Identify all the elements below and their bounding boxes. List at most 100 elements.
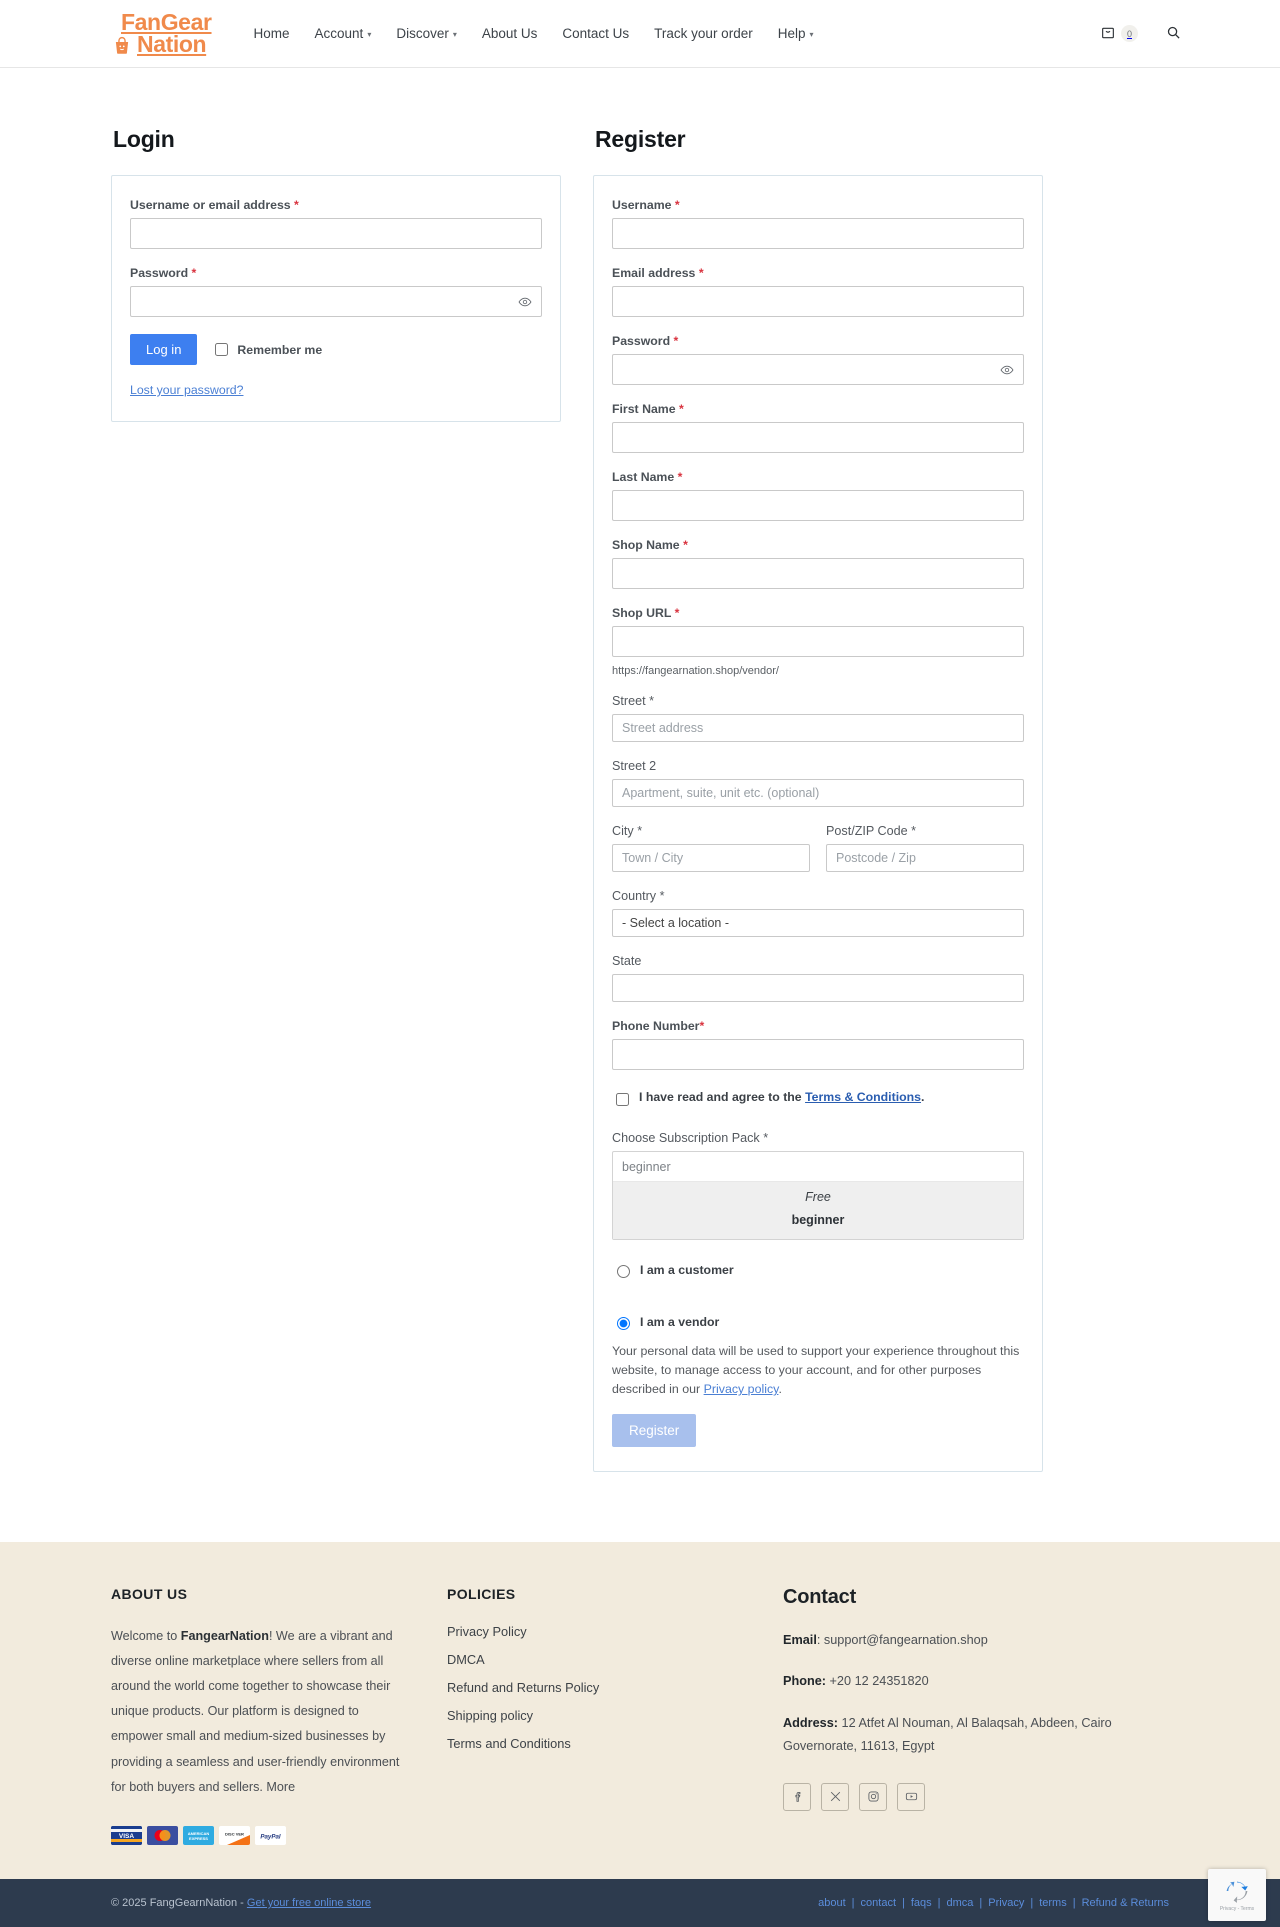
register-column: Register Username * Email address * Pass… xyxy=(593,126,1043,1472)
bottom-link-refund-and-returns[interactable]: Refund & Returns xyxy=(1082,1897,1169,1909)
login-username-input[interactable] xyxy=(130,218,542,249)
facebook-icon[interactable] xyxy=(783,1782,811,1811)
bottom-nav-links: about | contact | faqs | dmca | Privacy … xyxy=(818,1897,1169,1909)
footer-link-shipping-policy[interactable]: Shipping policy xyxy=(447,1708,747,1723)
register-email-input[interactable] xyxy=(612,286,1024,317)
lost-password-link[interactable]: Lost your password? xyxy=(130,383,243,397)
nav-item-discover[interactable]: Discover ▾ xyxy=(396,26,457,41)
bottom-link-contact[interactable]: contact xyxy=(861,1897,896,1909)
bottom-link-dmca[interactable]: dmca xyxy=(947,1897,974,1909)
x-twitter-icon[interactable] xyxy=(821,1782,849,1811)
required-mark: * xyxy=(699,1019,705,1033)
american-express-icon: AMERICAN EXPRESS xyxy=(183,1825,214,1845)
site-logo[interactable]: FanGear Nation xyxy=(111,11,212,57)
footer-link-terms-and-conditions[interactable]: Terms and Conditions xyxy=(447,1736,747,1751)
main-navigation: Home Account ▾ Discover ▾ About Us Contact… xyxy=(254,26,1100,41)
subscription-pack-box: beginner Free beginner xyxy=(612,1151,1024,1240)
footer-contact-heading: Contact xyxy=(783,1585,857,1608)
required-mark: * xyxy=(677,470,683,484)
register-submit-button[interactable]: Register xyxy=(612,1413,697,1447)
role-customer-radio[interactable] xyxy=(617,1265,630,1278)
register-country-select[interactable] xyxy=(612,909,1024,937)
register-email-field: Email address * xyxy=(612,266,1024,317)
register-shop-name-input[interactable] xyxy=(612,558,1024,589)
phone-label: Phone: xyxy=(783,1674,826,1689)
register-email-label: Email address * xyxy=(612,266,1024,280)
chevron-down-icon: ▾ xyxy=(367,30,372,39)
login-submit-button[interactable]: Log in xyxy=(130,334,198,365)
register-shop-url-input[interactable] xyxy=(612,626,1024,657)
login-username-field: Username or email address * xyxy=(130,198,542,249)
register-country-label: Country * xyxy=(612,889,665,903)
terms-agreement-row[interactable]: I have read and agree to the Terms & Con… xyxy=(612,1090,1024,1109)
required-mark: * xyxy=(698,266,704,280)
register-last-name-label: Last Name * xyxy=(612,470,1024,484)
privacy-note-period: . xyxy=(778,1382,782,1397)
register-username-label: Username * xyxy=(612,198,1024,212)
privacy-note-text: Your personal data will be used to suppo… xyxy=(612,1344,1020,1397)
subscription-pack-select[interactable]: beginner xyxy=(613,1152,1023,1182)
separator: | xyxy=(937,1896,941,1909)
register-state-input[interactable] xyxy=(612,974,1024,1002)
about-text-part2: ! We are a vibrant and diverse online ma… xyxy=(111,1628,400,1794)
register-country-field: Country * xyxy=(612,889,1024,937)
register-phone-input[interactable] xyxy=(612,1039,1024,1070)
register-phone-field: Phone Number* xyxy=(612,1019,1024,1070)
nav-item-track-your-order[interactable]: Track your order xyxy=(654,26,753,41)
login-password-input[interactable] xyxy=(130,286,542,317)
bottom-link-terms[interactable]: terms xyxy=(1039,1897,1067,1909)
eye-icon[interactable] xyxy=(518,295,532,309)
footer-about-heading: ABOUT US xyxy=(111,1585,188,1602)
nav-label: Contact Us xyxy=(562,26,630,41)
remember-me-row[interactable]: Remember me xyxy=(211,340,322,359)
bottom-link-about[interactable]: about xyxy=(818,1897,846,1909)
bottom-link-privacy[interactable]: Privacy xyxy=(988,1897,1024,1909)
register-city-zip-row: City * Post/ZIP Code * xyxy=(612,824,1024,872)
social-links xyxy=(783,1782,1163,1811)
nav-item-contact-us[interactable]: Contact Us xyxy=(562,26,629,41)
separator: | xyxy=(1030,1896,1034,1909)
terms-checkbox[interactable] xyxy=(616,1093,629,1106)
nav-label: Home xyxy=(253,26,290,41)
privacy-policy-link[interactable]: Privacy policy xyxy=(704,1382,779,1396)
eye-icon[interactable] xyxy=(1000,363,1014,377)
instagram-icon[interactable] xyxy=(859,1782,887,1811)
youtube-icon[interactable] xyxy=(897,1782,925,1811)
label-text: Last Name xyxy=(612,470,675,484)
terms-and-conditions-link[interactable]: Terms & Conditions xyxy=(805,1090,921,1104)
register-username-input[interactable] xyxy=(612,218,1024,249)
footer-phone-row: Phone: +20 12 24351820 xyxy=(783,1670,1163,1694)
nav-item-about-us[interactable]: About Us xyxy=(482,26,538,41)
register-first-name-input[interactable] xyxy=(612,422,1024,453)
svg-text:EXPRESS: EXPRESS xyxy=(189,1836,208,1841)
remember-me-checkbox[interactable] xyxy=(215,343,229,356)
free-online-store-link[interactable]: Get your free online store xyxy=(247,1897,371,1909)
register-password-input[interactable] xyxy=(612,354,1024,385)
subscription-pack-name: beginner xyxy=(791,1213,845,1227)
phone-value: +20 12 24351820 xyxy=(826,1674,929,1689)
recaptcha-icon xyxy=(1226,1881,1248,1903)
register-title: Register xyxy=(595,126,686,152)
role-vendor-radio[interactable] xyxy=(617,1317,630,1330)
footer-link-privacy-policy[interactable]: Privacy Policy xyxy=(447,1624,747,1639)
register-street-input[interactable] xyxy=(612,714,1024,742)
recaptcha-badge[interactable]: Privacy - Terms xyxy=(1208,1868,1266,1921)
nav-item-account[interactable]: Account ▾ xyxy=(315,26,372,41)
required-mark: * xyxy=(294,198,299,212)
footer-link-dmca[interactable]: DMCA xyxy=(447,1652,747,1667)
subscription-pack-price: Free xyxy=(805,1190,831,1204)
register-city-input[interactable] xyxy=(612,844,810,872)
footer-link-refund-and-returns-policy[interactable]: Refund and Returns Policy xyxy=(447,1680,747,1695)
nav-item-home[interactable]: Home xyxy=(254,26,290,41)
role-customer-row[interactable]: I am a customer xyxy=(612,1262,1024,1278)
role-vendor-row[interactable]: I am a vendor xyxy=(612,1314,1024,1330)
register-zip-input[interactable] xyxy=(826,844,1024,872)
login-column: Login Username or email address * Passwo… xyxy=(111,126,561,422)
nav-item-help[interactable]: Help ▾ xyxy=(778,26,814,41)
register-last-name-input[interactable] xyxy=(612,490,1024,521)
search-icon[interactable] xyxy=(1166,25,1181,43)
cart-button[interactable]: 0 xyxy=(1100,24,1138,43)
logo-line-2: Nation xyxy=(137,30,207,57)
bottom-link-faqs[interactable]: faqs xyxy=(911,1897,932,1909)
register-street2-input[interactable] xyxy=(612,779,1024,807)
